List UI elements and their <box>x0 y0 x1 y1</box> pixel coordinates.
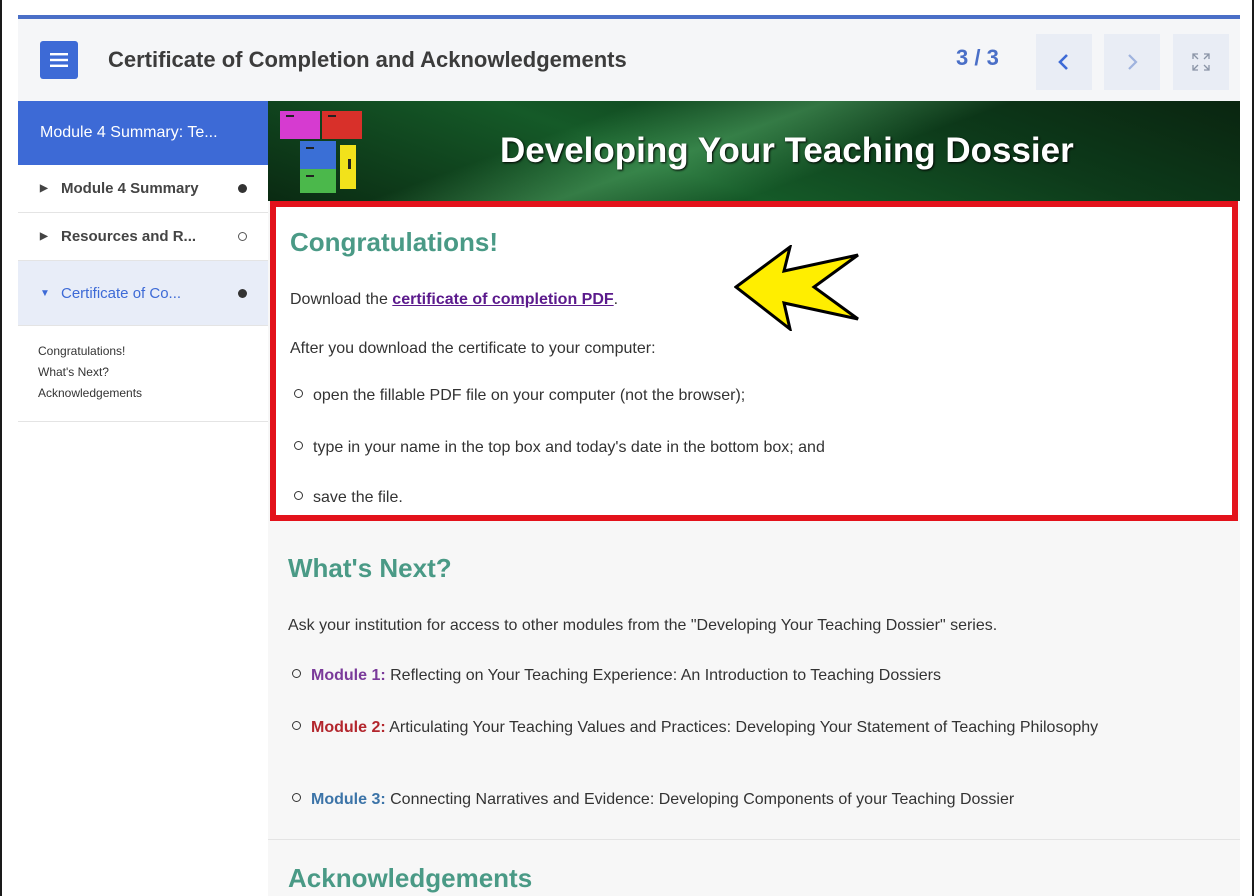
course-banner: Developing Your Teaching Dossier <box>268 101 1240 201</box>
download-prefix: Download the <box>290 291 393 308</box>
sidebar-item-label: Certificate of Co... <box>61 284 182 302</box>
list-item: Module 3: Connecting Narratives and Evid… <box>292 791 1232 809</box>
menu-button[interactable] <box>40 41 78 79</box>
certificate-pdf-link[interactable]: certificate of completion PDF <box>392 291 613 308</box>
arrow-pointer-icon <box>734 245 859 331</box>
sidebar-item-module-4-summary[interactable]: ▶ Module 4 Summary <box>18 165 268 213</box>
module-1-text: Reflecting on Your Teaching Experience: … <box>385 667 941 684</box>
sidebar-item-resources[interactable]: ▶ Resources and R... <box>18 213 268 261</box>
sidebar-subitem-whats-next[interactable]: What's Next? <box>38 365 268 379</box>
banner-title: Developing Your Teaching Dossier <box>500 131 1074 170</box>
bullet-icon <box>292 669 301 679</box>
bullet-icon <box>294 441 303 451</box>
module-3-text: Connecting Narratives and Evidence: Deve… <box>385 791 1015 808</box>
sidebar-subitems: Congratulations! What's Next? Acknowledg… <box>18 326 268 422</box>
bullet-icon <box>294 491 303 501</box>
whats-next-intro: Ask your institution for access to other… <box>288 617 998 634</box>
step-text: save the file. <box>313 489 403 506</box>
expand-icon <box>1192 53 1210 71</box>
caret-right-icon: ▶ <box>40 231 48 242</box>
bullet-icon <box>292 721 301 731</box>
download-paragraph: Download the certificate of completion P… <box>290 291 618 309</box>
sidebar-item-label: Module 4 Summary <box>61 180 199 197</box>
page-title: Certificate of Completion and Acknowledg… <box>108 47 627 72</box>
incomplete-dot-icon <box>238 232 247 241</box>
acknowledgements-heading: Acknowledgements <box>288 863 533 893</box>
chevron-right-icon <box>1128 54 1138 70</box>
main-content: Developing Your Teaching Dossier Congrat… <box>268 101 1240 896</box>
step-text: type in your name in the top box and tod… <box>313 439 825 456</box>
caret-down-icon: ▼ <box>40 287 50 299</box>
list-item: Module 1: Reflecting on Your Teaching Ex… <box>292 667 1192 685</box>
list-item: save the file. <box>294 489 403 507</box>
sidebar: Module 4 Summary: Te... ▶ Module 4 Summa… <box>18 101 269 896</box>
fullscreen-button[interactable] <box>1173 34 1229 90</box>
section-divider <box>268 839 1240 840</box>
dossier-logo-icon <box>280 111 362 193</box>
completed-dot-icon <box>238 184 247 193</box>
module-1-label: Module 1: <box>311 667 386 684</box>
list-item: open the fillable PDF file on your compu… <box>294 387 745 405</box>
module-3-label: Module 3: <box>311 791 386 808</box>
hamburger-icon <box>50 53 68 67</box>
next-page-button[interactable] <box>1104 34 1160 90</box>
prev-page-button[interactable] <box>1036 34 1092 90</box>
congratulations-highlight-box: Congratulations! Download the certificat… <box>270 201 1238 521</box>
bullet-icon <box>294 389 303 399</box>
sidebar-subitem-congratulations[interactable]: Congratulations! <box>38 344 268 358</box>
whats-next-heading: What's Next? <box>288 553 452 583</box>
list-item: type in your name in the top box and tod… <box>294 439 825 457</box>
caret-right-icon: ▶ <box>40 183 48 194</box>
module-2-text: Articulating Your Teaching Values and Pr… <box>385 719 1099 736</box>
sidebar-item-certificate[interactable]: ▼ Certificate of Co... <box>18 261 268 326</box>
page-counter: 3 / 3 <box>956 45 999 70</box>
download-suffix: . <box>613 291 619 308</box>
sidebar-subitem-acknowledgements[interactable]: Acknowledgements <box>38 386 268 400</box>
list-item: Module 2: Articulating Your Teaching Val… <box>292 715 1192 740</box>
bullet-icon <box>292 793 301 803</box>
congratulations-heading: Congratulations! <box>290 227 498 257</box>
module-2-label: Module 2: <box>311 719 386 736</box>
header-bar: Certificate of Completion and Acknowledg… <box>18 19 1240 102</box>
sidebar-header[interactable]: Module 4 Summary: Te... <box>18 101 268 165</box>
after-download-text: After you download the certificate to yo… <box>290 340 656 357</box>
sidebar-item-label: Resources and R... <box>61 228 197 245</box>
step-text: open the fillable PDF file on your compu… <box>313 387 746 404</box>
completed-dot-icon <box>238 288 247 298</box>
chevron-left-icon <box>1058 54 1068 70</box>
